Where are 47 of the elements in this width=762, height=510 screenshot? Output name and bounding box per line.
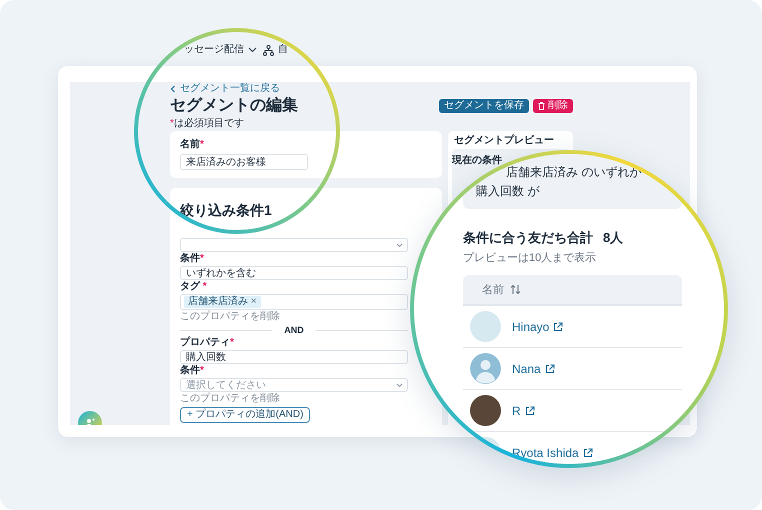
remove-property-link[interactable]: このプロパティを削除 [180,393,280,405]
avatar-placeholder [470,311,501,342]
chevron-down-icon [248,47,257,53]
preview-title: セグメントプレビュー [454,135,555,147]
column-header[interactable]: 名前 [482,282,504,297]
friend-name-link[interactable]: Hinayo [512,320,564,334]
external-link-icon [524,406,535,416]
delete-button[interactable]: 削除 [533,99,573,113]
matched-friends-total: 条件に合う友だち合計 [463,230,593,246]
friends-count: 8人 [603,230,624,246]
text-input-field[interactable]: いずれかを含む [180,266,408,280]
chevron-down-icon [396,383,403,388]
add-property-button[interactable]: + プロパティの追加(AND) [180,407,310,423]
external-link-icon [582,448,593,458]
required-note: *は必須項目です [170,118,245,130]
nav-item[interactable]: 自 [278,44,288,56]
select-field[interactable] [180,238,408,252]
hierarchy-icon [263,44,274,56]
remove-property-link[interactable]: このプロパティを削除 [180,311,280,323]
page-title: セグメントの編集 [170,96,298,116]
tag-input-field[interactable]: 店舗来店済み × [180,294,408,310]
sort-icon[interactable] [510,284,521,295]
field-label: タグ * [180,281,208,293]
trash-icon [538,102,545,110]
avatar-silhouette [470,353,501,384]
field-label: プロパティ* [180,337,235,349]
avatar-placeholder [470,395,501,426]
chevron-down-icon [396,243,403,248]
back-link[interactable]: セグメント一覧に戻る [170,83,298,94]
text-input-field[interactable]: 購入回数 [180,350,408,364]
name-input-field[interactable]: 来店済みのお客様 [180,154,308,170]
tag-chip: 店舗来店済み × [184,296,261,308]
nav-item[interactable]: ッセージ配信 [184,44,244,56]
chevron-left-icon [170,84,176,92]
field-label: 名前* [180,139,205,151]
and-divider-label: AND [284,324,304,336]
external-link-icon [553,322,564,332]
preview-limit-note: プレビューは10人まで表示 [463,251,598,265]
condition-summary-line: 購入回数 が [476,183,540,200]
field-label: 条件* [180,253,205,265]
condition-label: 現在の条件 [452,155,502,166]
friend-name-link[interactable]: Nana [512,362,555,376]
external-link-icon [544,364,555,374]
field-label: 条件* [180,365,205,377]
save-button[interactable]: セグメントを保存 [439,99,529,113]
select-field[interactable]: 選択してください [180,378,408,392]
friend-name-link[interactable]: R [512,404,535,418]
